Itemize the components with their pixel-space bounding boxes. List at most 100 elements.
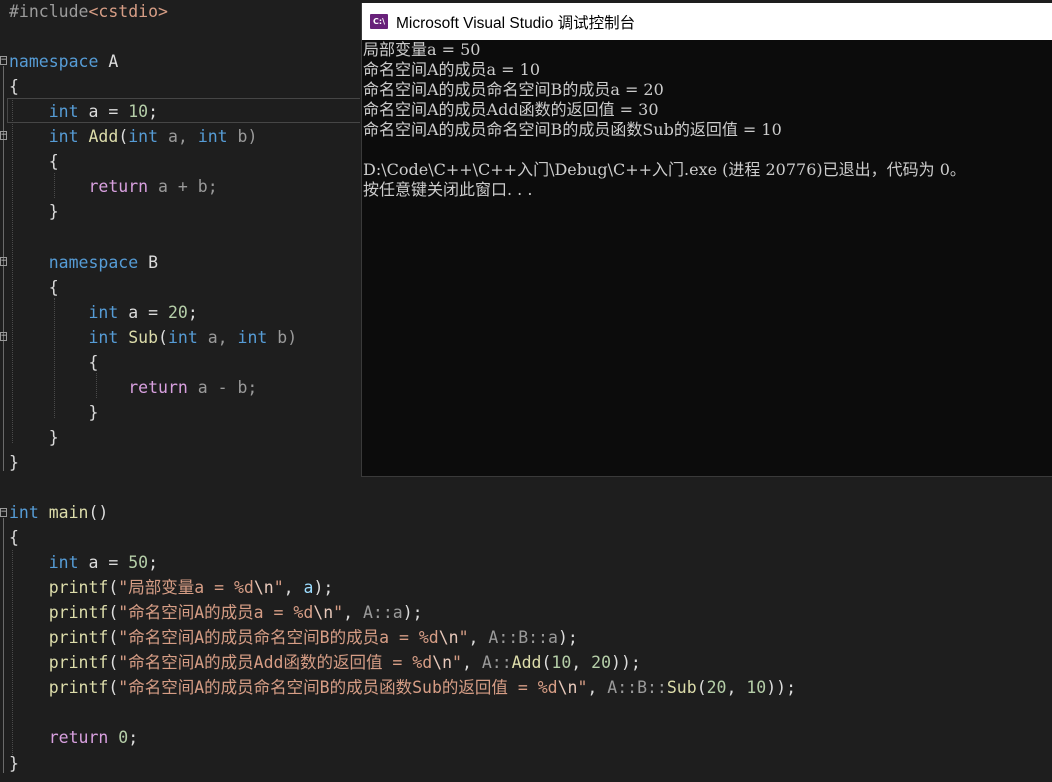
code-line[interactable]: return a + b; <box>9 174 218 199</box>
code-line[interactable]: } <box>9 450 19 475</box>
code-token: int <box>48 127 79 147</box>
code-token: A <box>98 52 119 72</box>
code-token: Add <box>88 127 119 147</box>
code-line[interactable]: } <box>9 199 59 224</box>
indent-guide <box>12 550 13 755</box>
code-line[interactable]: int Add(int a, int b) <box>9 124 258 149</box>
console-output-line: 命名空间A的成员Add函数的返回值 = 30 <box>363 100 659 119</box>
fold-toggle-main[interactable]: − <box>0 508 7 517</box>
code-token: <cstdio> <box>88 2 168 21</box>
code-line[interactable]: return 0; <box>9 725 138 750</box>
code-token: ); <box>402 603 423 623</box>
code-line[interactable]: namespace A <box>9 49 118 74</box>
code-token: { <box>9 77 19 97</box>
code-line[interactable]: { <box>9 149 59 174</box>
code-line[interactable]: int main() <box>9 500 108 525</box>
code-token: { <box>9 152 59 172</box>
indent-guide <box>54 298 55 418</box>
code-token: \n <box>253 578 274 598</box>
code-token: printf <box>48 678 109 698</box>
fold-range-line <box>3 518 4 773</box>
fold-toggle-sub[interactable]: − <box>0 332 7 341</box>
code-token: "命名空间A的成员命名空间B的成员函数Sub的返回值 = %d <box>118 678 558 698</box>
console-output-line: 按任意键关闭此窗口. . . <box>363 180 533 199</box>
code-line[interactable]: { <box>9 275 59 300</box>
code-token: int <box>48 102 79 122</box>
code-line[interactable]: { <box>9 74 19 99</box>
console-output-line: 命名空间A的成员命名空间B的成员a = 20 <box>363 80 664 99</box>
fold-toggle-namespace-a[interactable]: − <box>0 56 7 65</box>
code-token: return <box>48 728 109 748</box>
code-line[interactable]: { <box>9 525 19 550</box>
code-token: a = <box>78 553 129 573</box>
code-token: \n <box>557 678 578 698</box>
code-token: int <box>167 327 198 347</box>
code-token: b) <box>227 127 258 147</box>
code-token: namespace <box>48 252 139 272</box>
console-app-icon: C:\ <box>370 14 388 29</box>
code-token: \n <box>313 603 334 623</box>
code-line[interactable]: printf("命名空间A的成员a = %d\n", A::a); <box>9 600 423 625</box>
code-line[interactable]: return a - b; <box>9 375 257 400</box>
console-output[interactable]: 局部变量a = 50 命名空间A的成员a = 10 命名空间A的成员命名空间B的成员… <box>362 40 1052 476</box>
code-line[interactable]: int a = 20; <box>9 300 198 325</box>
code-token: 10 <box>551 653 572 673</box>
console-output-line: D:\Code\C++\C++入门\Debug\C++入门.exe (进程 20… <box>363 160 966 179</box>
code-token: a, <box>158 127 198 147</box>
code-line[interactable]: } <box>9 751 19 776</box>
code-token: "命名空间A的成员Add函数的返回值 = %d <box>118 653 433 673</box>
fold-toggle-add[interactable]: − <box>0 131 7 140</box>
code-line[interactable]: } <box>9 425 59 450</box>
code-line[interactable]: printf("命名空间A的成员命名空间B的成员函数Sub的返回值 = %d\n… <box>9 675 796 700</box>
code-token: A::a <box>362 603 403 623</box>
code-token: 20 <box>167 302 188 322</box>
code-line[interactable]: int Sub(int a, int b) <box>9 325 297 350</box>
code-line[interactable]: printf("命名空间A的成员Add函数的返回值 = %d\n", A::Ad… <box>9 650 641 675</box>
code-token: a, <box>197 327 238 347</box>
code-token: \n <box>432 653 453 673</box>
code-token: ; <box>187 302 198 322</box>
code-line[interactable]: int a = 10; <box>9 99 158 124</box>
code-token: a + b; <box>148 177 218 197</box>
code-token: ( <box>108 578 119 598</box>
code-token: ( <box>541 653 552 673</box>
code-token: ( <box>108 678 119 698</box>
code-token: 0 <box>118 728 129 748</box>
code-token: , <box>461 653 482 673</box>
console-output-line: 命名空间A的成员a = 10 <box>363 60 541 79</box>
code-token: 10 <box>746 678 767 698</box>
code-line[interactable]: int a = 50; <box>9 550 158 575</box>
code-token: Sub <box>666 678 697 698</box>
code-token: return <box>128 377 188 397</box>
code-line[interactable]: namespace B <box>9 250 158 275</box>
code-token: \n <box>438 628 459 648</box>
code-token: ; <box>128 728 139 748</box>
code-token: namespace <box>9 52 99 72</box>
code-token: ; <box>148 553 159 573</box>
code-token: printf <box>48 603 109 623</box>
debug-console-window[interactable]: C:\ Microsoft Visual Studio 调试控制台 局部变量a … <box>361 3 1052 477</box>
code-line[interactable]: #include<cstdio> <box>9 0 168 24</box>
code-token: A::B::a <box>488 628 558 648</box>
console-titlebar[interactable]: C:\ Microsoft Visual Studio 调试控制台 <box>362 3 1052 40</box>
fold-toggle-namespace-b[interactable]: − <box>0 257 7 266</box>
code-token: a <box>303 578 314 598</box>
code-token: , <box>587 678 608 698</box>
code-line[interactable]: printf("局部变量a = %d\n", a); <box>9 575 334 600</box>
code-token: ( <box>696 678 707 698</box>
code-line[interactable]: printf("命名空间A的成员命名空间B的成员a = %d\n", A::B:… <box>9 625 578 650</box>
code-token: 50 <box>128 553 149 573</box>
console-title: Microsoft Visual Studio 调试控制台 <box>396 14 636 32</box>
